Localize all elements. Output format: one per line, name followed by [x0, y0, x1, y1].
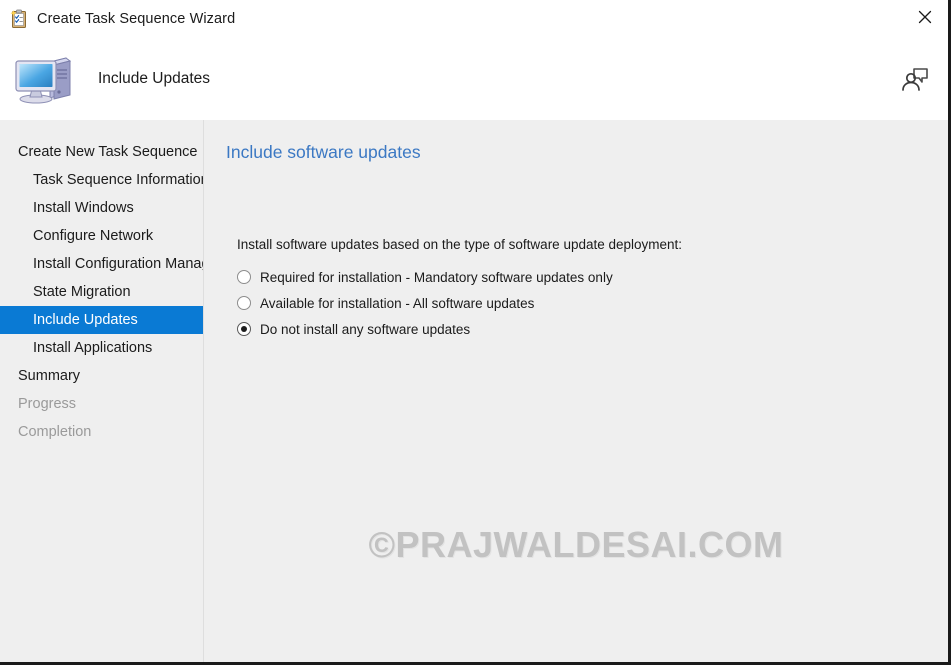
instruction-text: Install software updates based on the ty…	[237, 237, 683, 252]
software-update-deployment-radio-group: Required for installation - Mandatory so…	[237, 264, 613, 342]
computer-monitor-icon	[14, 53, 76, 105]
sidebar-item-progress: Progress	[18, 396, 77, 412]
sidebar-item-summary[interactable]: Summary	[0, 362, 203, 390]
radio-option-label: Required for installation - Mandatory so…	[260, 269, 613, 285]
sidebar-item-install-configuration-manager[interactable]: Install Configuration Manager	[0, 250, 203, 278]
radio-button-icon[interactable]	[237, 270, 251, 284]
titlebar: Create Task Sequence Wizard	[0, 0, 948, 38]
wizard-body: Create New Task Sequence Task Sequence In…	[0, 120, 948, 662]
clipboard-checklist-icon	[9, 9, 29, 29]
person-speech-bubble-icon[interactable]	[899, 61, 931, 93]
sidebar-item-task-sequence-information[interactable]: Task Sequence Information	[0, 166, 203, 194]
sidebar-item-install-applications[interactable]: Install Applications	[0, 334, 203, 362]
close-button[interactable]	[902, 0, 948, 33]
wizard-header: Include Updates	[0, 38, 948, 120]
sidebar-item-state-migration[interactable]: State Migration	[0, 278, 203, 306]
sidebar-item-completion: Completion	[18, 424, 92, 440]
sidebar-item-include-updates[interactable]: Include Updates	[0, 306, 203, 334]
watermark: ©PRAJWALDESAI.COM	[368, 524, 784, 565]
radio-option-label: Available for installation - All softwar…	[260, 295, 535, 311]
radio-option-1[interactable]: Required for installation - Mandatory so…	[237, 264, 613, 290]
radio-button-icon[interactable]	[237, 322, 251, 336]
sidebar-item-create-new-task-sequence[interactable]: Create New Task Sequence	[0, 138, 203, 166]
wizard-step-navigation: Create New Task Sequence Task Sequence In…	[0, 120, 204, 662]
create-task-sequence-wizard-window: Create Task Sequence Wizard Include Upda…	[0, 0, 951, 665]
sidebar-item-install-windows[interactable]: Install Windows	[0, 194, 203, 222]
radio-option-label: Do not install any software updates	[260, 321, 471, 337]
header-title: Include Updates	[98, 70, 211, 87]
page-title: Include software updates	[226, 142, 421, 162]
radio-option-2[interactable]: Available for installation - All softwar…	[237, 290, 613, 316]
sidebar-item-configure-network[interactable]: Configure Network	[0, 222, 203, 250]
wizard-content-pane: Include software updates Install softwar…	[204, 120, 948, 662]
radio-button-icon[interactable]	[237, 296, 251, 310]
radio-option-3[interactable]: Do not install any software updates	[237, 316, 613, 342]
window-title: Create Task Sequence Wizard	[37, 11, 236, 27]
